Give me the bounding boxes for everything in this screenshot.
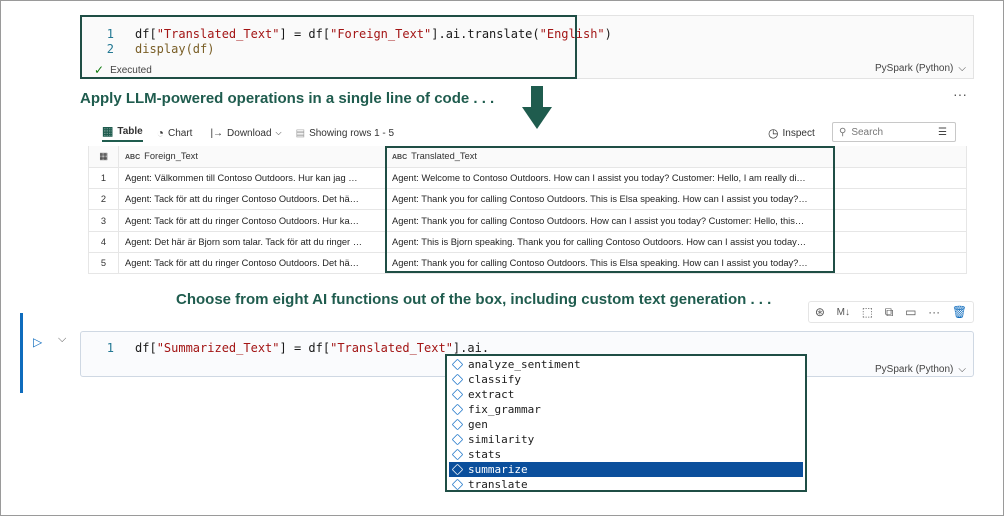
inspect-button[interactable]: ◷ Inspect (768, 126, 815, 140)
language-selector[interactable]: PySpark (Python) ⌵ (875, 364, 966, 375)
method-icon (451, 388, 464, 401)
markdown-icon[interactable]: M↓ (837, 307, 850, 318)
search-input[interactable]: ⚲ Search ☰ (832, 122, 956, 142)
highlight-outline-translated (385, 146, 835, 273)
method-icon (451, 403, 464, 416)
table-cell[interactable]: Agent: Tack för att du ringer Contoso Ou… (118, 209, 386, 232)
select-icon[interactable]: ⬚ (862, 305, 873, 319)
highlight-outline-code (80, 15, 577, 79)
chevron-down-icon: ⌵ (275, 128, 282, 137)
table-cell[interactable]: Agent: Välkommen till Contoso Outdoors. … (118, 167, 386, 190)
chevron-down-icon[interactable]: ⌵ (58, 333, 66, 346)
chevron-down-icon: ⌵ (958, 63, 966, 74)
method-icon (451, 433, 464, 446)
method-icon (451, 358, 464, 371)
autocomplete-popup: analyze_sentiment classify extract fix_g… (445, 354, 807, 492)
autocomplete-item[interactable]: similarity (449, 432, 803, 447)
copilot-icon[interactable]: ⊛ (815, 305, 825, 319)
table-cell[interactable]: Agent: Tack för att du ringer Contoso Ou… (118, 188, 386, 211)
method-icon (451, 463, 464, 476)
autocomplete-item[interactable]: fix_grammar (449, 402, 803, 417)
chevron-down-icon: ⌵ (958, 364, 966, 375)
line-number: 1 (106, 341, 114, 355)
autocomplete-item[interactable]: analyze_sentiment (449, 357, 803, 372)
tab-chart[interactable]: ◔ Chart (157, 126, 193, 140)
active-cell-indicator (20, 313, 23, 393)
rows-indicator: ▤ Showing rows 1 - 5 (295, 127, 395, 139)
heading-llm-operations: Apply LLM-powered operations in a single… (80, 90, 495, 107)
grid-icon: ▦ (102, 124, 114, 138)
method-icon (451, 373, 464, 386)
row-index-header: ▦ (88, 146, 119, 168)
cell-toolbar: ⊛ M↓ ⬚ ⧉ ▭ ··· 🗑 (808, 301, 974, 323)
column-header-foreign-text[interactable]: ABC Foreign_Text (118, 146, 386, 168)
copy-icon[interactable]: ⧉ (885, 305, 894, 320)
table-cell[interactable]: Agent: Tack för att du ringer Contoso Ou… (118, 252, 386, 275)
autocomplete-item[interactable]: stats (449, 447, 803, 462)
inspect-icon: ◷ (768, 126, 779, 140)
autocomplete-item[interactable]: extract (449, 387, 803, 402)
chart-icon: ◔ (156, 126, 164, 140)
language-selector[interactable]: PySpark (Python) ⌵ (875, 63, 966, 74)
run-cell-icon[interactable]: ▷ (33, 335, 42, 349)
method-icon (451, 448, 464, 461)
autocomplete-item[interactable]: translate (449, 477, 803, 492)
download-button[interactable]: |→ Download ⌵ (210, 128, 281, 139)
empty-header (833, 146, 967, 168)
more-options-icon[interactable]: ··· (953, 86, 967, 102)
download-icon: |→ (210, 127, 224, 139)
heading-ai-functions: Choose from eight AI functions out of th… (176, 291, 772, 308)
more-icon[interactable]: ··· (928, 305, 940, 319)
code-line-summarize[interactable]: df["Summarized_Text"] = df["Translated_T… (135, 341, 489, 356)
method-icon (451, 478, 464, 491)
table-cell[interactable]: Agent: Det här är Bjorn som talar. Tack … (118, 231, 386, 253)
filter-icon[interactable]: ☰ (938, 127, 947, 138)
comment-icon[interactable]: ▭ (905, 305, 916, 319)
autocomplete-item[interactable]: gen (449, 417, 803, 432)
search-icon: ⚲ (839, 126, 847, 138)
autocomplete-item[interactable]: classify (449, 372, 803, 387)
rows-icon: ▤ (295, 127, 306, 139)
method-icon (451, 418, 464, 431)
delete-icon[interactable]: 🗑 (952, 305, 967, 319)
autocomplete-item-selected[interactable]: summarize (449, 462, 803, 477)
tab-table[interactable]: ▦ Table (102, 124, 143, 142)
down-arrow-icon (531, 86, 543, 108)
